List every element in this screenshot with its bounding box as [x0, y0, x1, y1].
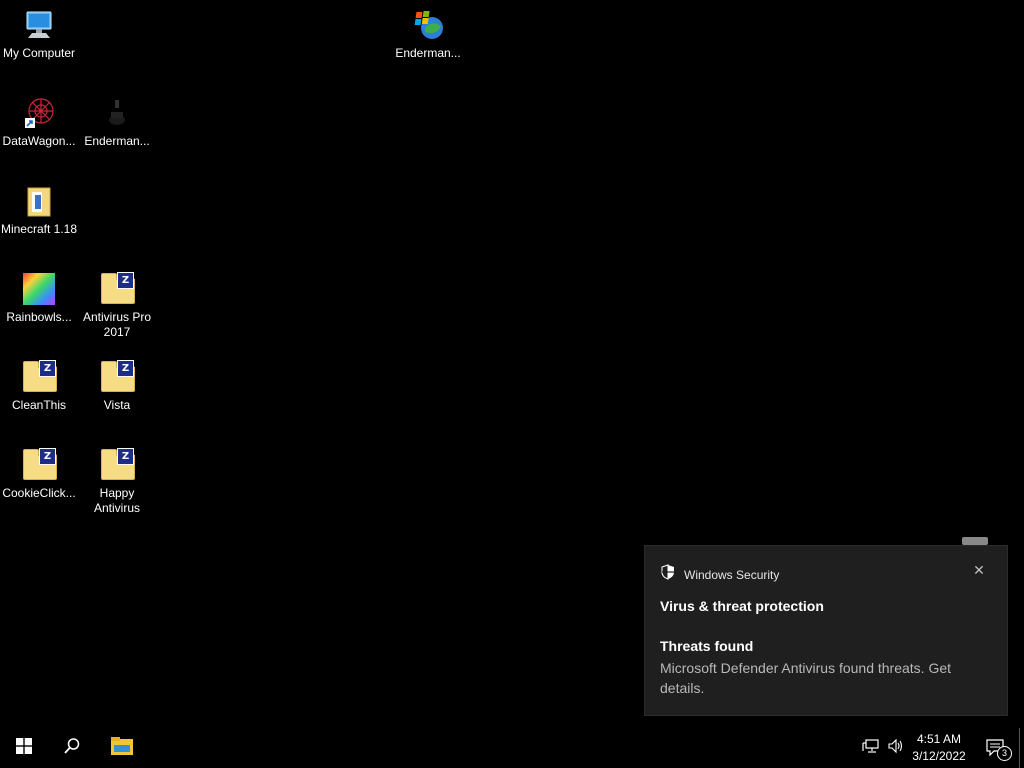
network-icon	[862, 738, 880, 759]
search-button[interactable]	[48, 728, 96, 768]
desktop-icon-enderman[interactable]: Enderman...	[78, 90, 156, 149]
desktop-icon-label: My Computer	[2, 46, 76, 60]
my-computer-icon	[22, 8, 56, 42]
toast-header: Virus & threat protection	[660, 598, 824, 614]
toast-close-button[interactable]: ✕	[971, 562, 987, 578]
desktop-icon-my-computer[interactable]: My Computer	[0, 2, 78, 61]
zip-folder-icon: Z	[22, 448, 57, 482]
toast-app-name: Windows Security	[684, 567, 780, 582]
file-explorer-button[interactable]	[98, 728, 146, 768]
toast-body: Microsoft Defender Antivirus found threa…	[660, 660, 952, 696]
start-button[interactable]	[0, 728, 48, 768]
search-icon	[63, 737, 81, 760]
network-tray-button[interactable]	[858, 728, 884, 768]
zip-folder-icon: Z	[100, 448, 135, 482]
zip-folder-icon: Z	[100, 272, 135, 306]
desktop-icon-label: DataWagon...	[2, 134, 76, 148]
windows-security-toast[interactable]: Windows Security ✕ Virus & threat protec…	[644, 545, 1008, 716]
desktop-icon-label: Enderman...	[84, 134, 150, 148]
datawagon-shortcut-icon	[22, 96, 56, 130]
volume-tray-button[interactable]	[884, 728, 908, 768]
desktop-icon-label: Enderman...	[395, 46, 461, 60]
enderman-icon	[100, 96, 134, 130]
hidden-window-edge	[962, 537, 988, 545]
action-center-button[interactable]: 3	[976, 728, 1016, 768]
desktop-icon-label: CleanThis	[11, 398, 67, 412]
windows-flag-globe-icon	[411, 8, 445, 42]
taskbar: 4:51 AM 3/12/2022 3	[0, 728, 1024, 768]
desktop-icon-label: Antivirus Pro 2017	[82, 310, 152, 339]
desktop-icon-label: Minecraft 1.18	[0, 222, 78, 236]
desktop-icon-vista[interactable]: Z Vista	[78, 354, 156, 413]
desktop-icon-happy-antivirus[interactable]: Z Happy Antivirus	[78, 442, 156, 516]
desktop-icon-cleanthis[interactable]: Z CleanThis	[0, 354, 78, 413]
desktop-icon-datawagon[interactable]: DataWagon...	[0, 90, 78, 149]
desktop-icon-rainbowls[interactable]: Rainbowls...	[0, 266, 78, 325]
zip-folder-icon: Z	[100, 360, 135, 394]
zip-folder-icon: Z	[22, 360, 57, 394]
show-desktop-button[interactable]	[1019, 728, 1024, 768]
shield-icon	[660, 564, 676, 585]
notification-icon: 3	[986, 739, 1012, 761]
speaker-icon	[887, 738, 905, 759]
minecraft-folder-icon	[22, 184, 56, 218]
desktop-icon-cookieclicker[interactable]: Z CookieClick...	[0, 442, 78, 501]
desktop-icon-label: Vista	[103, 398, 131, 412]
toast-app-row: Windows Security	[660, 564, 779, 585]
toast-title: Threats found	[660, 638, 754, 654]
file-explorer-icon	[110, 736, 134, 761]
clock-time: 4:51 AM	[916, 732, 962, 746]
desktop-icon-label: Rainbowls...	[6, 310, 72, 324]
rainbow-image-icon	[22, 272, 56, 306]
notification-count-badge: 3	[997, 746, 1012, 761]
desktop-icon-minecraft[interactable]: Minecraft 1.18	[0, 178, 78, 237]
desktop-icon-label: CookieClick...	[2, 486, 76, 500]
desktop-icon-antivirus-pro-2017[interactable]: Z Antivirus Pro 2017	[78, 266, 156, 340]
windows-logo-icon	[16, 737, 32, 759]
desktop-icon-label: Happy Antivirus	[93, 486, 140, 515]
desktop-icon-enderman-installer[interactable]: Enderman...	[389, 2, 467, 61]
clock-date: 3/12/2022	[912, 749, 966, 763]
clock[interactable]: 4:51 AM 3/12/2022	[908, 728, 970, 768]
